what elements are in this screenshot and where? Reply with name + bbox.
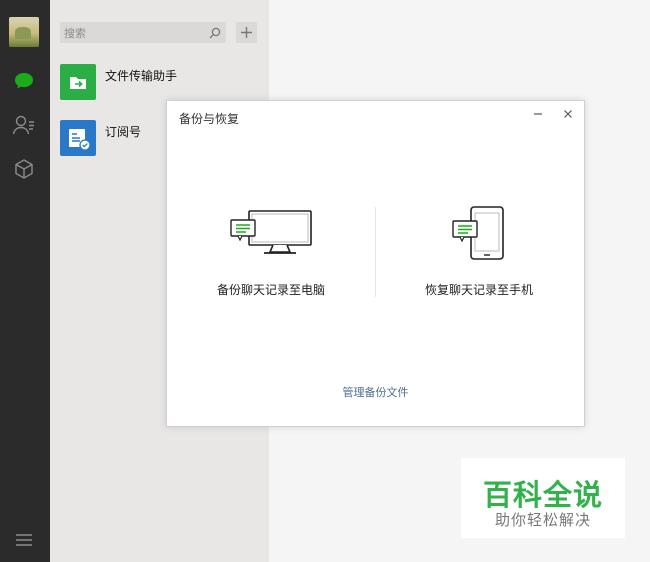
search-icon[interactable] — [209, 26, 221, 44]
divider — [375, 207, 376, 297]
cube-icon[interactable] — [12, 157, 36, 181]
restore-to-phone-option[interactable]: 恢复聊天记录至手机 — [389, 201, 569, 311]
restore-to-phone-label: 恢复聊天记录至手机 — [424, 283, 533, 297]
chat-item-file-transfer[interactable]: 文件传输助手 — [60, 64, 260, 100]
close-icon — [564, 110, 572, 118]
avatar[interactable] — [9, 17, 39, 47]
backup-to-pc-label: 备份聊天记录至电脑 — [216, 283, 325, 297]
watermark-subtitle: 助你轻松解决 — [494, 512, 591, 529]
subscription-icon — [60, 120, 96, 156]
chat-item-label: 订阅号 — [105, 125, 142, 139]
search-input[interactable]: 搜索 — [64, 25, 86, 41]
backup-to-pc-option[interactable]: 备份聊天记录至电脑 — [181, 201, 361, 311]
plus-icon — [241, 27, 252, 38]
minimize-icon — [534, 113, 542, 115]
backup-restore-dialog: 备份与恢复 备份聊天记录至电脑 恢复聊天记录至手机 管理备份文件 — [166, 100, 585, 427]
add-button[interactable] — [236, 22, 257, 43]
chat-item-label: 文件传输助手 — [105, 69, 178, 83]
watermark-title: 百科全说 — [482, 480, 603, 512]
search-box[interactable]: 搜索 — [60, 22, 226, 43]
dialog-title: 备份与恢复 — [179, 112, 240, 126]
phone-icon — [452, 206, 504, 260]
computer-icon — [230, 210, 312, 254]
minimize-button[interactable] — [529, 105, 547, 123]
menu-icon[interactable] — [12, 528, 36, 552]
watermark: 百科全说 助你轻松解决 — [461, 458, 625, 538]
contacts-icon[interactable] — [12, 113, 36, 137]
folder-transfer-icon — [60, 64, 96, 100]
sidebar-rail — [0, 0, 50, 562]
close-button[interactable] — [559, 105, 577, 123]
chat-icon[interactable] — [12, 69, 36, 93]
manage-backup-files-link[interactable]: 管理备份文件 — [167, 384, 584, 400]
